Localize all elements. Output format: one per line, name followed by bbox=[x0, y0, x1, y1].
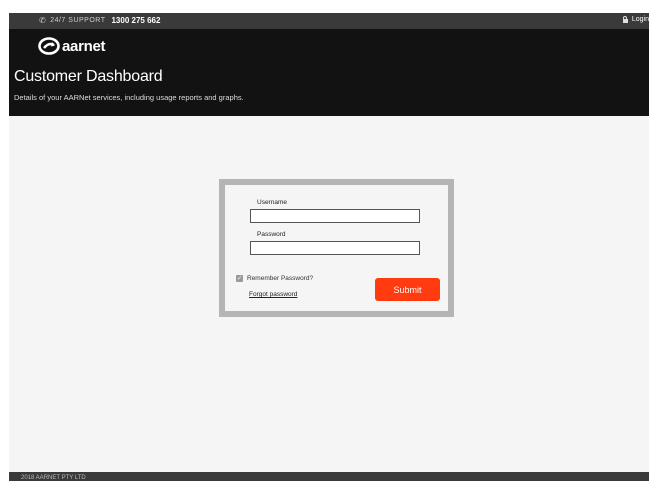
submit-button[interactable]: Submit bbox=[375, 278, 440, 301]
page-header: aarnet Customer Dashboard Details of you… bbox=[9, 29, 649, 116]
page-title: Customer Dashboard bbox=[14, 68, 163, 85]
password-label: Password bbox=[257, 231, 286, 238]
username-label: Username bbox=[257, 199, 287, 206]
logo-text: aarnet bbox=[62, 37, 106, 55]
check-icon: ✓ bbox=[236, 275, 243, 282]
aarnet-logo-icon bbox=[38, 37, 60, 55]
username-input[interactable] bbox=[250, 209, 420, 223]
copyright-text: 2018 AARNET PTY LTD bbox=[21, 475, 86, 481]
page-footer: 2018 AARNET PTY LTD bbox=[9, 472, 649, 481]
remember-label: Remember Password? bbox=[247, 275, 314, 282]
page-subtitle: Details of your AARNet services, includi… bbox=[14, 93, 244, 102]
login-link[interactable]: Login bbox=[622, 15, 649, 23]
support-phone[interactable]: 1300 275 662 bbox=[111, 16, 160, 25]
lock-icon bbox=[622, 15, 628, 23]
remember-checkbox[interactable]: ✓ bbox=[236, 275, 243, 282]
login-card: Username Password ✓ Remember Password? F… bbox=[219, 179, 454, 317]
password-input[interactable] bbox=[250, 241, 420, 255]
phone-icon: ✆ bbox=[39, 16, 47, 25]
login-form: Username Password ✓ Remember Password? F… bbox=[225, 185, 448, 311]
forgot-password-link[interactable]: Forgot password bbox=[249, 291, 297, 298]
aarnet-logo[interactable]: aarnet bbox=[38, 37, 106, 55]
top-bar: ✆ 24/7 SUPPORT 1300 275 662 Login bbox=[9, 13, 649, 29]
support-contact: ✆ 24/7 SUPPORT 1300 275 662 bbox=[39, 16, 160, 25]
support-label: 24/7 SUPPORT bbox=[50, 17, 106, 24]
browser-viewport: ✆ 24/7 SUPPORT 1300 275 662 Login aarnet… bbox=[9, 13, 649, 481]
login-label: Login bbox=[631, 16, 649, 23]
remember-password[interactable]: ✓ Remember Password? bbox=[236, 275, 313, 282]
